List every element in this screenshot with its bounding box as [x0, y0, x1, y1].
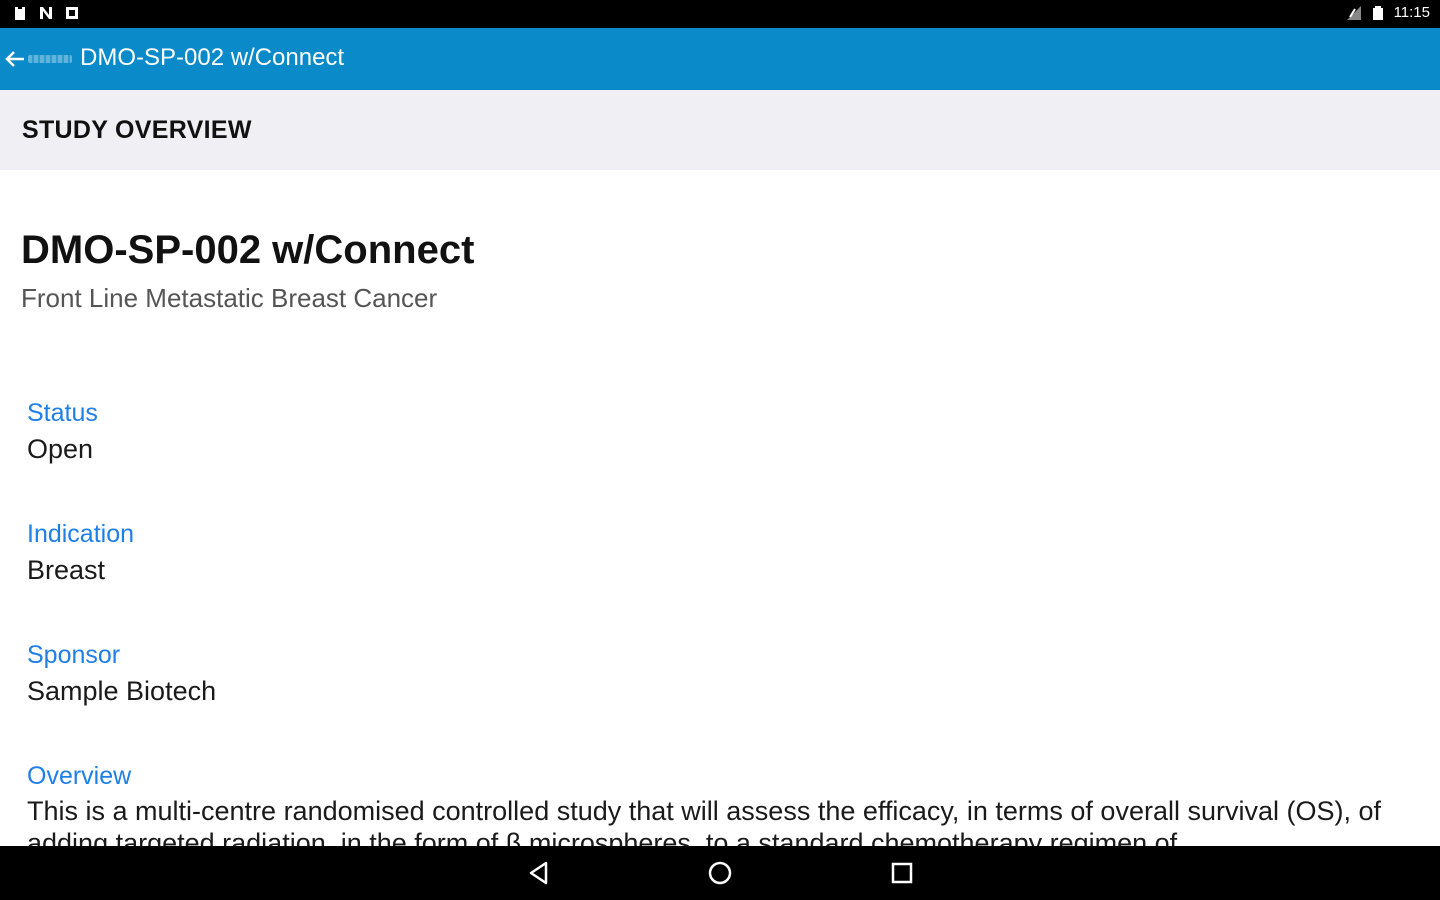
field-status: Status Open [27, 398, 98, 466]
section-header: STUDY OVERVIEW [0, 90, 1440, 170]
field-sponsor: Sponsor Sample Biotech [27, 640, 216, 708]
recents-square-icon[interactable] [887, 858, 917, 888]
field-value: Open [27, 434, 94, 464]
back-arrow-icon [5, 51, 24, 67]
field-indication: Indication Breast [27, 519, 134, 587]
field-value: Breast [27, 555, 106, 585]
home-circle-icon[interactable] [705, 858, 735, 888]
clipboard-icon [15, 6, 25, 20]
field-value: Sample Biotech [27, 676, 217, 706]
study-content: DMO-SP-002 w/Connect Front Line Metastat… [0, 170, 1440, 846]
battery-icon [1372, 5, 1383, 20]
field-overview: Overview This is a multi-centre randomis… [27, 761, 1417, 846]
status-right-icons: 11:15 [1346, 4, 1430, 21]
field-label: Overview [27, 762, 132, 790]
section-title: STUDY OVERVIEW [22, 116, 252, 144]
field-label: Status [27, 399, 98, 427]
app-logo-faded [28, 55, 72, 63]
status-bar: 11:15 [0, 0, 1440, 28]
app-bar: DMO-SP-002 w/Connect [0, 28, 1440, 90]
field-label: Sponsor [27, 641, 121, 669]
n-icon [40, 7, 52, 19]
signal-icon [1346, 5, 1361, 20]
back-button[interactable] [4, 46, 74, 72]
study-title: DMO-SP-002 w/Connect [21, 228, 475, 272]
system-nav-bar [0, 846, 1440, 900]
status-left-icons [12, 5, 80, 21]
clock: 11:15 [1393, 4, 1430, 21]
study-subtitle: Front Line Metastatic Breast Cancer [21, 283, 438, 313]
overview-text: This is a multi-centre randomised contro… [27, 796, 1382, 846]
app-bar-title: DMO-SP-002 w/Connect [80, 44, 345, 71]
square-icon [66, 7, 78, 19]
back-triangle-icon[interactable] [524, 858, 554, 888]
field-label: Indication [27, 520, 135, 548]
